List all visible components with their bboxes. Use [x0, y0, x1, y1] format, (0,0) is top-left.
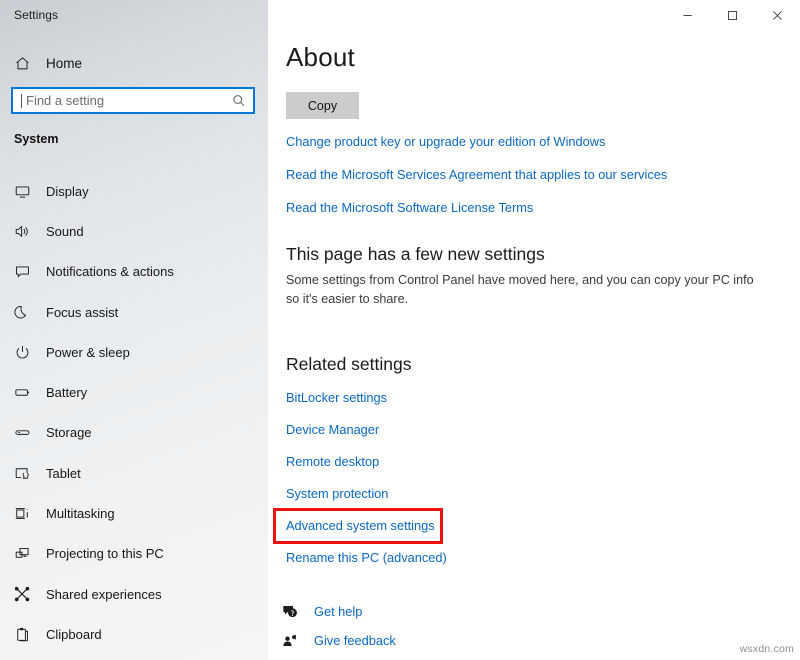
- power-icon: [14, 342, 40, 362]
- sidebar-item-label: Storage: [46, 425, 92, 441]
- related-link-label: BitLocker settings: [286, 389, 388, 405]
- sidebar-item-projecting-to-this-pc[interactable]: Projecting to this PC: [0, 534, 268, 574]
- related-link-label: Advanced system settings: [286, 517, 435, 533]
- sidebar-item-label: Display: [46, 183, 89, 199]
- sidebar-item-clipboard[interactable]: Clipboard: [0, 614, 268, 654]
- related-link-device-manager[interactable]: Device Manager: [268, 413, 800, 445]
- battery-icon: [14, 383, 40, 403]
- sidebar-item-home[interactable]: Home: [0, 48, 268, 78]
- sidebar-item-tablet[interactable]: Tablet: [0, 453, 268, 493]
- sidebar-item-label: Multitasking: [46, 506, 115, 522]
- related-link-bitlocker-settings[interactable]: BitLocker settings: [268, 381, 800, 413]
- sidebar-item-label: Notifications & actions: [46, 264, 174, 280]
- text-caret: [21, 93, 22, 108]
- related-link-advanced-system-settings[interactable]: Advanced system settings: [268, 508, 800, 544]
- footer-link-get-help[interactable]: Get help: [268, 597, 800, 626]
- feedback-person-icon: [282, 632, 308, 650]
- sidebar-item-display[interactable]: Display: [0, 171, 268, 211]
- new-settings-heading: This page has a few new settings: [286, 244, 545, 264]
- help-bubble-icon: [282, 603, 308, 621]
- storage-icon: [14, 423, 40, 443]
- sidebar-item-label: Shared experiences: [46, 586, 162, 602]
- search-icon[interactable]: [231, 93, 247, 109]
- link-software-license-terms[interactable]: Read the Microsoft Software License Term…: [286, 200, 533, 215]
- related-settings-heading: Related settings: [286, 354, 412, 374]
- footer-link-label: Give feedback: [314, 633, 396, 648]
- watermark: wsxdn.com: [739, 643, 794, 655]
- sidebar-item-notifications-actions[interactable]: Notifications & actions: [0, 252, 268, 292]
- sidebar-item-storage[interactable]: Storage: [0, 413, 268, 453]
- home-icon: [14, 55, 40, 72]
- search-input[interactable]: [26, 93, 231, 108]
- related-link-label: Rename this PC (advanced): [286, 549, 447, 565]
- window-controls: [665, 0, 800, 31]
- multitasking-icon: [14, 504, 40, 524]
- related-link-remote-desktop[interactable]: Remote desktop: [268, 445, 800, 477]
- footer-links: Get help Give feedback: [268, 597, 800, 655]
- close-button[interactable]: [755, 0, 800, 31]
- sidebar: Settings Home System: [0, 0, 268, 660]
- sidebar-item-label: Projecting to this PC: [46, 546, 164, 562]
- sidebar-item-power-sleep[interactable]: Power & sleep: [0, 332, 268, 372]
- sidebar-item-sound[interactable]: Sound: [0, 211, 268, 251]
- sidebar-item-label: Battery: [46, 385, 88, 401]
- sidebar-item-label: Tablet: [46, 465, 81, 481]
- speaker-icon: [14, 221, 40, 241]
- maximize-icon: [728, 11, 737, 20]
- minimize-button[interactable]: [665, 0, 710, 31]
- window-title: Settings: [14, 8, 59, 22]
- search-box[interactable]: [11, 87, 255, 114]
- sidebar-item-focus-assist[interactable]: Focus assist: [0, 292, 268, 332]
- related-link-rename-this-pc[interactable]: Rename this PC (advanced): [268, 541, 800, 573]
- sidebar-nav-list: Display Sound Notifications & actions Fo…: [0, 171, 268, 655]
- link-change-product-key[interactable]: Change product key or upgrade your editi…: [286, 134, 605, 149]
- related-link-system-protection[interactable]: System protection: [268, 477, 800, 509]
- projecting-icon: [14, 544, 40, 564]
- sidebar-item-label: Sound: [46, 223, 84, 239]
- close-icon: [773, 11, 782, 20]
- sidebar-item-shared-experiences[interactable]: Shared experiences: [0, 574, 268, 614]
- page-title: About: [286, 42, 355, 72]
- sidebar-item-multitasking[interactable]: Multitasking: [0, 493, 268, 533]
- footer-link-give-feedback[interactable]: Give feedback: [268, 626, 800, 655]
- sidebar-item-battery[interactable]: Battery: [0, 372, 268, 412]
- related-link-label: Remote desktop: [286, 453, 380, 469]
- moon-icon: [14, 302, 40, 322]
- minimize-icon: [683, 15, 692, 16]
- sidebar-group-label: System: [14, 132, 59, 146]
- sidebar-item-label: Clipboard: [46, 626, 102, 642]
- sidebar-item-label: Focus assist: [46, 304, 119, 320]
- sidebar-home-label: Home: [46, 55, 83, 71]
- clipboard-icon: [14, 624, 40, 644]
- maximize-button[interactable]: [710, 0, 755, 31]
- notification-icon: [14, 262, 40, 282]
- copy-button[interactable]: Copy: [286, 92, 359, 119]
- main-content: About Copy Change product key or upgrade…: [268, 0, 800, 660]
- new-settings-body: Some settings from Control Panel have mo…: [286, 273, 754, 306]
- monitor-icon: [14, 181, 40, 201]
- related-link-label: Device Manager: [286, 421, 380, 437]
- share-icon: [14, 584, 40, 604]
- related-link-label: System protection: [286, 485, 389, 501]
- footer-link-label: Get help: [314, 604, 363, 619]
- link-services-agreement[interactable]: Read the Microsoft Services Agreement th…: [286, 167, 667, 182]
- sidebar-item-label: Power & sleep: [46, 344, 130, 360]
- settings-window: Settings Home System: [0, 0, 800, 660]
- related-settings-list: BitLocker settings Device Manager Remote…: [268, 381, 800, 573]
- tablet-icon: [14, 463, 40, 483]
